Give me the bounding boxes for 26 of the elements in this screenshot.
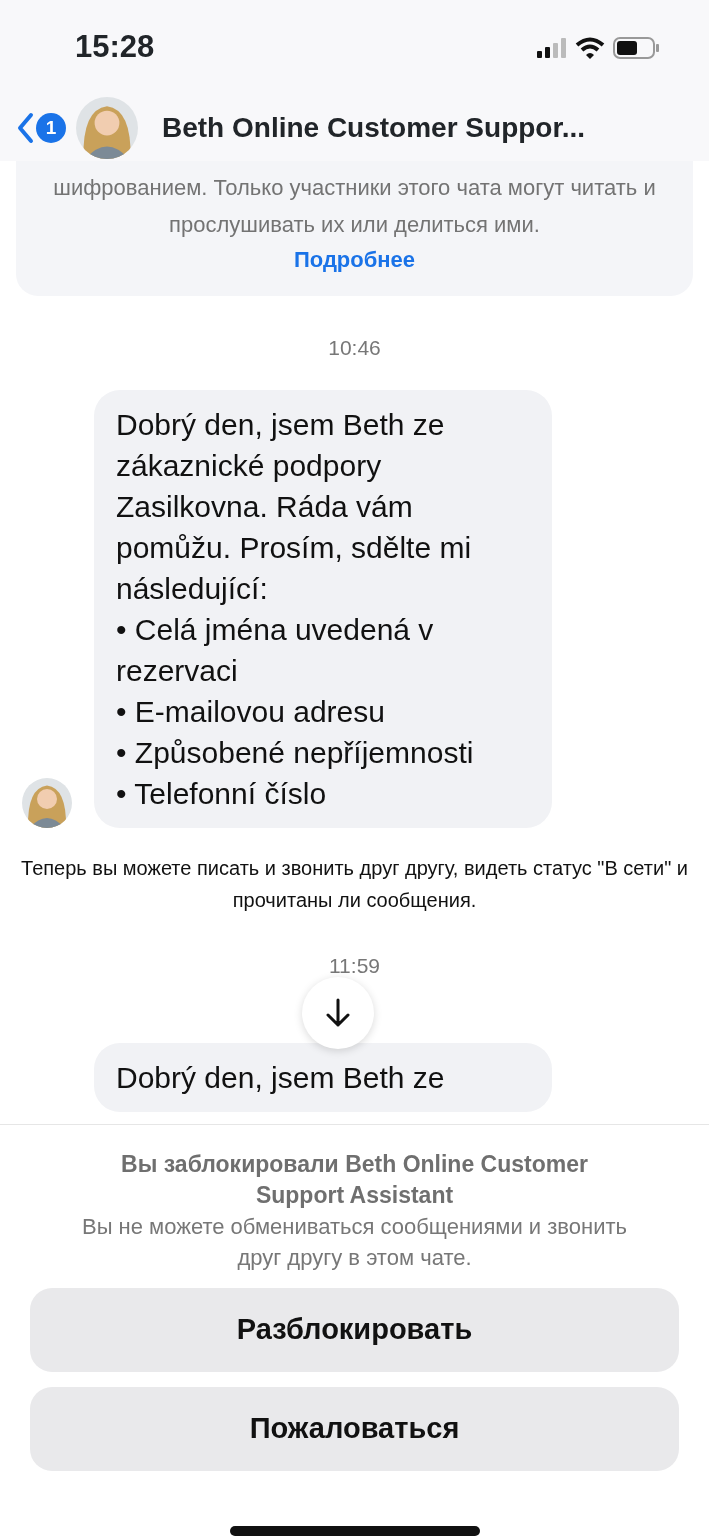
message-text: Dobrý den, jsem Beth ze — [116, 1060, 446, 1096]
timestamp: 11:59 — [0, 949, 709, 981]
wifi-icon — [575, 36, 605, 59]
report-button[interactable]: Пожаловаться — [30, 1387, 679, 1471]
clock: 15:28 — [75, 28, 155, 67]
chat-title[interactable]: Beth Online Customer Suppor... — [162, 107, 586, 149]
avatar — [22, 777, 72, 828]
blocked-text: Вы не можете обмениваться сообщениями и звонить друг другу в этом чате. — [81, 1213, 628, 1272]
unread-badge: 1 — [36, 113, 66, 143]
back-icon — [16, 112, 34, 144]
message-text: Dobrý den, jsem Beth ze zákaznické podpory Zasilkovna. Ráda vám pomůžu. Prosím, sdělte mi následující: — [116, 406, 473, 607]
blocked-title: Вы заблокировали Beth Online Customer Support Assistant — [120, 1150, 589, 1210]
encryption-notice: шифрованием. Только участники этого чата могут читать и прослушивать их или делиться ими. — [52, 174, 657, 239]
message-text: • Celá jména uvedená v rezervaci — [116, 611, 435, 689]
message-text: • Způsobené nepříjemnosti — [116, 734, 475, 771]
back-button[interactable]: 1 — [16, 112, 66, 144]
message-text: • E-mailovou adresu — [116, 693, 386, 730]
system-message: Теперь вы можете писать и звонить друг другу, видеть статус "В сети" и прочитаны ли сообщения. — [20, 855, 689, 913]
message-text: • Telefonní číslo — [116, 775, 328, 812]
battery-icon — [613, 36, 659, 59]
signal-icon — [537, 37, 567, 58]
scroll-down-button[interactable] — [302, 976, 374, 1049]
more-link[interactable]: Подробнее — [293, 243, 416, 276]
timestamp: 10:46 — [327, 335, 382, 361]
down-arrow-icon — [325, 997, 351, 1028]
unblock-button[interactable]: Разблокировать — [30, 1288, 679, 1372]
